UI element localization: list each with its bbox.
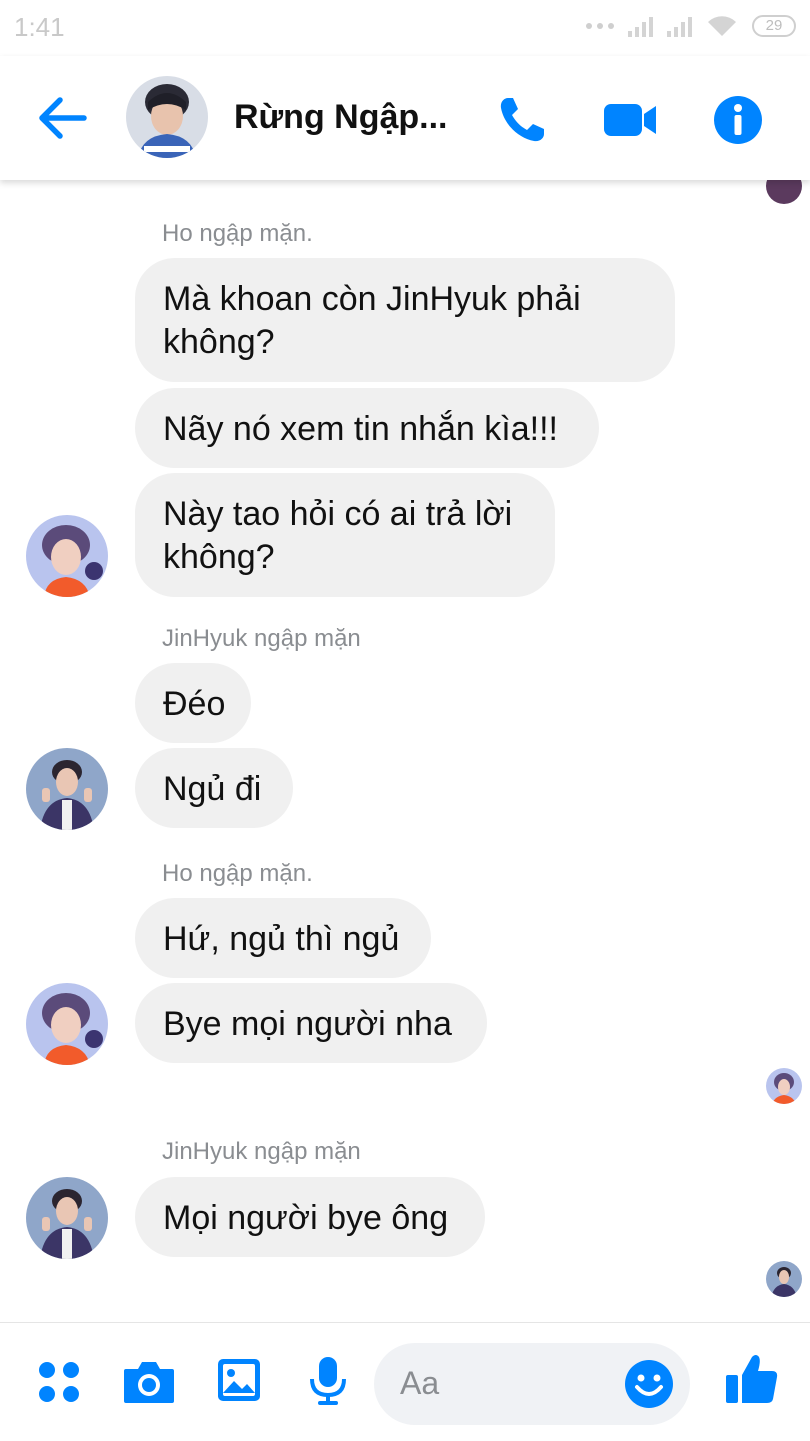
message-bubble[interactable]: Hứ, ngủ thì ngủ (135, 898, 431, 978)
sender-name: JinHyuk ngập mặn (162, 1138, 361, 1165)
back-arrow-icon[interactable] (34, 92, 90, 144)
sender-name: Ho ngập mặn. (162, 860, 313, 887)
sender-avatar-ho[interactable] (26, 983, 108, 1065)
message-bubble[interactable]: Mọi người bye ông (135, 1177, 485, 1257)
message-bubble[interactable]: Này tao hỏi có ai trả lời không? (135, 473, 555, 597)
message-bubble[interactable]: Ngủ đi (135, 748, 293, 828)
signal-icon-2 (667, 15, 692, 37)
message-bubble[interactable]: Bye mọi người nha (135, 983, 487, 1063)
like-icon[interactable] (724, 1351, 780, 1407)
wifi-icon (708, 16, 736, 36)
phone-icon[interactable] (494, 92, 550, 148)
network-activity-icon (586, 23, 614, 29)
read-receipt-avatar (766, 1068, 802, 1104)
status-icons: 29 (586, 14, 796, 38)
read-receipt-avatar (766, 1261, 802, 1297)
conversation-title[interactable]: Rừng Ngập... (234, 98, 448, 137)
sender-avatar-ho[interactable] (26, 515, 108, 597)
message-bubble[interactable]: Đéo (135, 663, 251, 743)
sender-avatar-jinhyuk[interactable] (26, 748, 108, 830)
signal-icon (628, 15, 653, 37)
emoji-icon[interactable] (624, 1359, 674, 1409)
gallery-icon[interactable] (216, 1357, 262, 1403)
info-icon[interactable] (710, 92, 766, 148)
status-time: 1:41 (14, 12, 65, 42)
status-bar: 1:41 29 (0, 0, 810, 56)
microphone-icon[interactable] (308, 1355, 348, 1407)
message-bubble[interactable]: Nãy nó xem tin nhắn kìa!!! (135, 388, 599, 468)
message-input[interactable]: Aa (374, 1343, 690, 1425)
sender-name: JinHyuk ngập mặn (162, 625, 361, 652)
message-bubble[interactable]: Mà khoan còn JinHyuk phải không? (135, 258, 675, 382)
message-input-placeholder: Aa (400, 1365, 440, 1401)
battery-icon: 29 (752, 15, 796, 37)
sender-avatar-jinhyuk[interactable] (26, 1177, 108, 1259)
conversation-header: Rừng Ngập... (0, 56, 810, 180)
sender-name: Ho ngập mặn. (162, 220, 313, 247)
apps-icon[interactable] (36, 1359, 82, 1405)
composer-bar: Aa (0, 1322, 810, 1441)
group-avatar[interactable] (126, 76, 208, 158)
camera-icon[interactable] (122, 1359, 176, 1405)
video-icon[interactable] (602, 92, 658, 148)
